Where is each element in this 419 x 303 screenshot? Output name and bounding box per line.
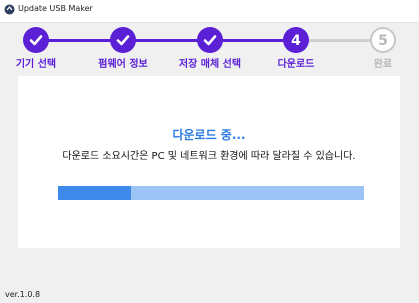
step-4-circle: 4 xyxy=(283,27,309,53)
version-label: ver.1.0.8 xyxy=(5,290,41,299)
step-indicator: 4 5 기기 선택 펌웨어 정보 저장 매체 선택 다운로드 완료 xyxy=(0,22,419,72)
step-1-label: 기기 선택 xyxy=(15,59,57,70)
download-description: 다운로드 소요시간은 PC 및 네트워크 환경에 따라 달라질 수 있습니다. xyxy=(62,151,356,162)
download-status-title: 다운로드 중... xyxy=(172,128,246,142)
step-5-number: 5 xyxy=(378,33,388,49)
step-5-circle: 5 xyxy=(370,27,396,53)
title-bar: Update USB Maker xyxy=(0,0,419,23)
step-3-circle xyxy=(197,27,223,53)
step-4-label: 다운로드 xyxy=(277,59,315,70)
step-5-label: 완료 xyxy=(373,59,393,70)
window-title: Update USB Maker xyxy=(18,4,93,13)
check-icon xyxy=(116,35,130,46)
step-connector-completed xyxy=(36,39,293,42)
download-panel: 다운로드 중... 다운로드 소요시간은 PC 및 네트워크 환경에 따라 달라… xyxy=(18,76,400,248)
step-1-circle xyxy=(23,27,49,53)
step-4-number: 4 xyxy=(291,33,301,49)
check-icon xyxy=(203,35,217,46)
step-3-label: 저장 매체 선택 xyxy=(178,59,242,70)
download-progress-fill xyxy=(58,186,132,200)
step-2-label: 펌웨어 정보 xyxy=(98,59,148,70)
download-progress-bar xyxy=(58,186,364,200)
app-icon xyxy=(4,4,15,15)
check-icon xyxy=(29,35,43,46)
step-2-circle xyxy=(110,27,136,53)
